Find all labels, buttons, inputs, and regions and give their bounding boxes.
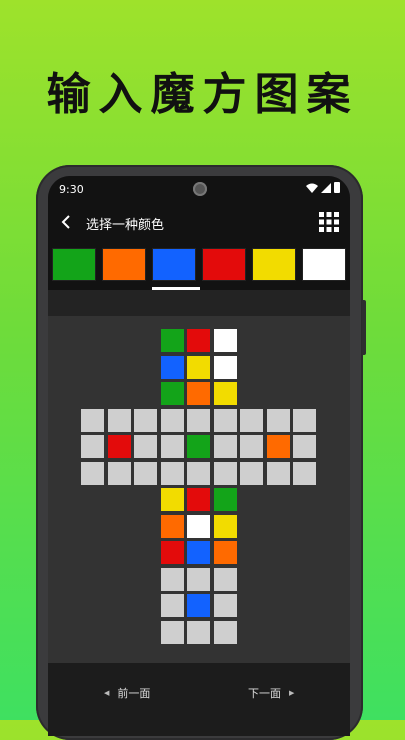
app-screen: 9:30 选择一种颜色 ◀ 前一面 下一面 ▶ xyxy=(48,176,350,736)
cube-sticker-right[interactable] xyxy=(292,460,317,486)
cube-sticker-left[interactable] xyxy=(133,460,158,486)
cube-sticker-front[interactable] xyxy=(212,434,238,459)
color-palette xyxy=(48,242,350,290)
cube-sticker-left[interactable] xyxy=(133,434,158,459)
cube-sticker-down[interactable] xyxy=(159,487,185,512)
cube-sticker-left[interactable] xyxy=(80,434,105,459)
cube-sticker-extra_face[interactable] xyxy=(212,566,238,592)
color-swatch[interactable] xyxy=(102,248,146,281)
cube-sticker-left[interactable] xyxy=(106,434,132,459)
cube-sticker-up[interactable] xyxy=(212,328,238,353)
cube-sticker-up[interactable] xyxy=(186,381,211,406)
app-bar: 选择一种颜色 xyxy=(48,202,350,242)
battery-icon xyxy=(334,182,340,193)
cube-sticker-front[interactable] xyxy=(159,434,185,459)
cube-sticker-extra_face[interactable] xyxy=(159,619,185,645)
cube-sticker-up[interactable] xyxy=(159,354,185,380)
cube-sticker-up[interactable] xyxy=(212,354,238,380)
grid-menu-icon[interactable] xyxy=(318,211,340,233)
next-face-label: 下一面 xyxy=(248,687,281,700)
next-face-button[interactable]: 下一面 ▶ xyxy=(248,685,294,701)
cube-sticker-down[interactable] xyxy=(159,513,185,539)
cube-sticker-left[interactable] xyxy=(106,460,132,486)
cube-sticker-down[interactable] xyxy=(159,540,185,565)
status-icons xyxy=(306,182,340,193)
app-title: 选择一种颜色 xyxy=(86,218,165,233)
cube-sticker-up[interactable] xyxy=(186,328,211,353)
cube-sticker-right[interactable] xyxy=(265,460,291,486)
signal-icon xyxy=(321,182,331,193)
color-swatch[interactable] xyxy=(252,248,296,281)
color-swatch[interactable] xyxy=(52,248,96,281)
cube-sticker-front[interactable] xyxy=(186,407,211,433)
cube-sticker-right[interactable] xyxy=(265,407,291,433)
cube-sticker-front[interactable] xyxy=(212,460,238,486)
back-arrow-icon[interactable] xyxy=(58,212,74,232)
cube-sticker-right[interactable] xyxy=(265,434,291,459)
cube-sticker-down[interactable] xyxy=(186,513,211,539)
cube-sticker-right[interactable] xyxy=(239,460,264,486)
color-swatch[interactable] xyxy=(302,248,346,281)
cube-net xyxy=(48,316,350,663)
color-swatch[interactable] xyxy=(152,248,196,281)
cube-sticker-left[interactable] xyxy=(133,407,158,433)
cube-sticker-extra_face[interactable] xyxy=(212,593,238,618)
color-swatch[interactable] xyxy=(202,248,246,281)
cube-sticker-extra_face[interactable] xyxy=(159,566,185,592)
cube-sticker-left[interactable] xyxy=(106,407,132,433)
cube-sticker-down[interactable] xyxy=(186,540,211,565)
cube-sticker-down[interactable] xyxy=(212,487,238,512)
cube-sticker-down[interactable] xyxy=(212,513,238,539)
cube-sticker-front[interactable] xyxy=(212,407,238,433)
cube-sticker-up[interactable] xyxy=(212,381,238,406)
status-time: 9:30 xyxy=(59,183,84,196)
cube-sticker-extra_face[interactable] xyxy=(186,619,211,645)
previous-face-label: 前一面 xyxy=(117,687,151,700)
bottom-nav: ◀ 前一面 下一面 ▶ xyxy=(48,663,350,736)
previous-face-button[interactable]: ◀ 前一面 xyxy=(104,685,150,701)
cube-sticker-front[interactable] xyxy=(159,460,185,486)
cube-sticker-extra_face[interactable] xyxy=(186,566,211,592)
cube-sticker-right[interactable] xyxy=(239,434,264,459)
chevron-right-icon: ▶ xyxy=(289,689,295,697)
phone-side-button xyxy=(362,300,366,355)
cube-sticker-extra_face[interactable] xyxy=(159,593,185,618)
cube-sticker-right[interactable] xyxy=(239,407,264,433)
cube-sticker-right[interactable] xyxy=(292,407,317,433)
cube-sticker-up[interactable] xyxy=(159,381,185,406)
selected-swatch-indicator xyxy=(152,287,200,290)
cube-sticker-down[interactable] xyxy=(186,487,211,512)
cube-sticker-extra_face[interactable] xyxy=(212,619,238,645)
cube-sticker-left[interactable] xyxy=(80,460,105,486)
cube-sticker-front[interactable] xyxy=(159,407,185,433)
cube-sticker-right[interactable] xyxy=(292,434,317,459)
cube-sticker-front[interactable] xyxy=(186,460,211,486)
status-bar: 9:30 xyxy=(48,176,350,202)
cube-sticker-up[interactable] xyxy=(186,354,211,380)
cube-sticker-front[interactable] xyxy=(186,434,211,459)
chevron-left-icon: ◀ xyxy=(104,689,110,697)
cube-sticker-left[interactable] xyxy=(80,407,105,433)
cube-sticker-extra_face[interactable] xyxy=(186,593,211,618)
wifi-icon xyxy=(306,183,318,193)
cube-sticker-down[interactable] xyxy=(212,540,238,565)
promo-title: 输入魔方图案 xyxy=(46,69,359,120)
camera-icon xyxy=(193,182,207,196)
cube-sticker-up[interactable] xyxy=(159,328,185,353)
